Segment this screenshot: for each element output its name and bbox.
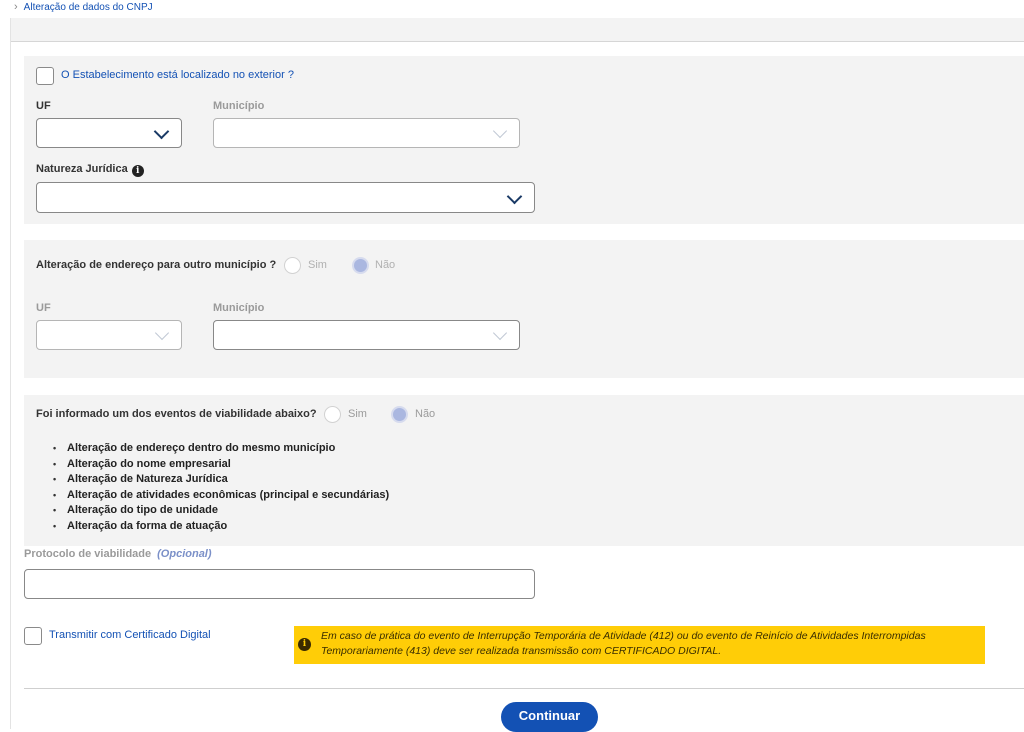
address-uf-label: UF [36,302,51,314]
chevron-down-icon [492,325,508,341]
natureza-select[interactable] [36,182,535,213]
chevron-down-icon [492,123,508,139]
list-item: Alteração do nome empresarial [53,457,389,473]
certificate-checkbox[interactable] [24,627,42,645]
address-municipio-label: Município [213,302,265,314]
chevron-down-icon [506,188,523,204]
list-item: Alteração da forma de atuação [53,519,389,535]
address-change-no-radio[interactable] [352,257,369,274]
exterior-checkbox[interactable] [36,67,54,85]
content-border [10,18,11,729]
uf-select[interactable] [36,118,182,148]
continue-button[interactable]: Continuar [501,702,598,732]
uf-label: UF [36,100,51,112]
certificate-alert-text: Em caso de prática do evento de Interrup… [321,630,926,657]
address-change-yes-label[interactable]: Sim [308,259,327,271]
address-change-question: Alteração de endereço para outro municíp… [36,259,277,271]
chevron-right-icon: › [14,1,18,13]
footer-divider [24,688,1024,689]
protocol-optional-tag: (Opcional) [157,548,212,560]
viability-no-label[interactable]: Não [415,408,435,420]
address-municipio-select[interactable] [213,320,520,350]
address-change-no-label[interactable]: Não [375,259,395,271]
viability-no-radio[interactable] [391,406,408,423]
protocol-label-text: Protocolo de viabilidade [24,548,152,560]
breadcrumb-link[interactable]: Alteração de dados do CNPJ [24,2,153,13]
certificate-checkbox-label[interactable]: Transmitir com Certificado Digital [49,629,211,641]
viability-yes-radio[interactable] [324,406,341,423]
municipio-select[interactable] [213,118,520,148]
address-change-yes-radio[interactable] [284,257,301,274]
municipio-label: Município [213,100,265,112]
breadcrumb: › Alteração de dados do CNPJ [14,1,153,13]
form-header-band [11,18,1024,42]
natureza-label: Natureza Jurídica i [36,163,144,177]
certificate-alert: i Em caso de prática do evento de Interr… [294,626,985,664]
viability-events-list: Alteração de endereço dentro do mesmo mu… [52,441,389,534]
chevron-down-icon [154,325,170,341]
list-item: Alteração do tipo de unidade [53,503,389,519]
natureza-label-text: Natureza Jurídica [36,163,128,175]
viability-question: Foi informado um dos eventos de viabilid… [36,408,317,420]
viability-yes-label[interactable]: Sim [348,408,367,420]
protocol-input[interactable] [24,569,535,599]
protocol-label: Protocolo de viabilidade (Opcional) [24,548,212,560]
list-item: Alteração de endereço dentro do mesmo mu… [53,441,389,457]
warning-icon: i [298,638,311,651]
list-item: Alteração de atividades econômicas (prin… [53,488,389,504]
exterior-checkbox-label[interactable]: O Estabelecimento está localizado no ext… [61,69,294,81]
address-uf-select[interactable] [36,320,182,350]
chevron-down-icon [153,123,170,140]
list-item: Alteração de Natureza Jurídica [53,472,389,488]
info-icon[interactable]: i [131,165,144,177]
